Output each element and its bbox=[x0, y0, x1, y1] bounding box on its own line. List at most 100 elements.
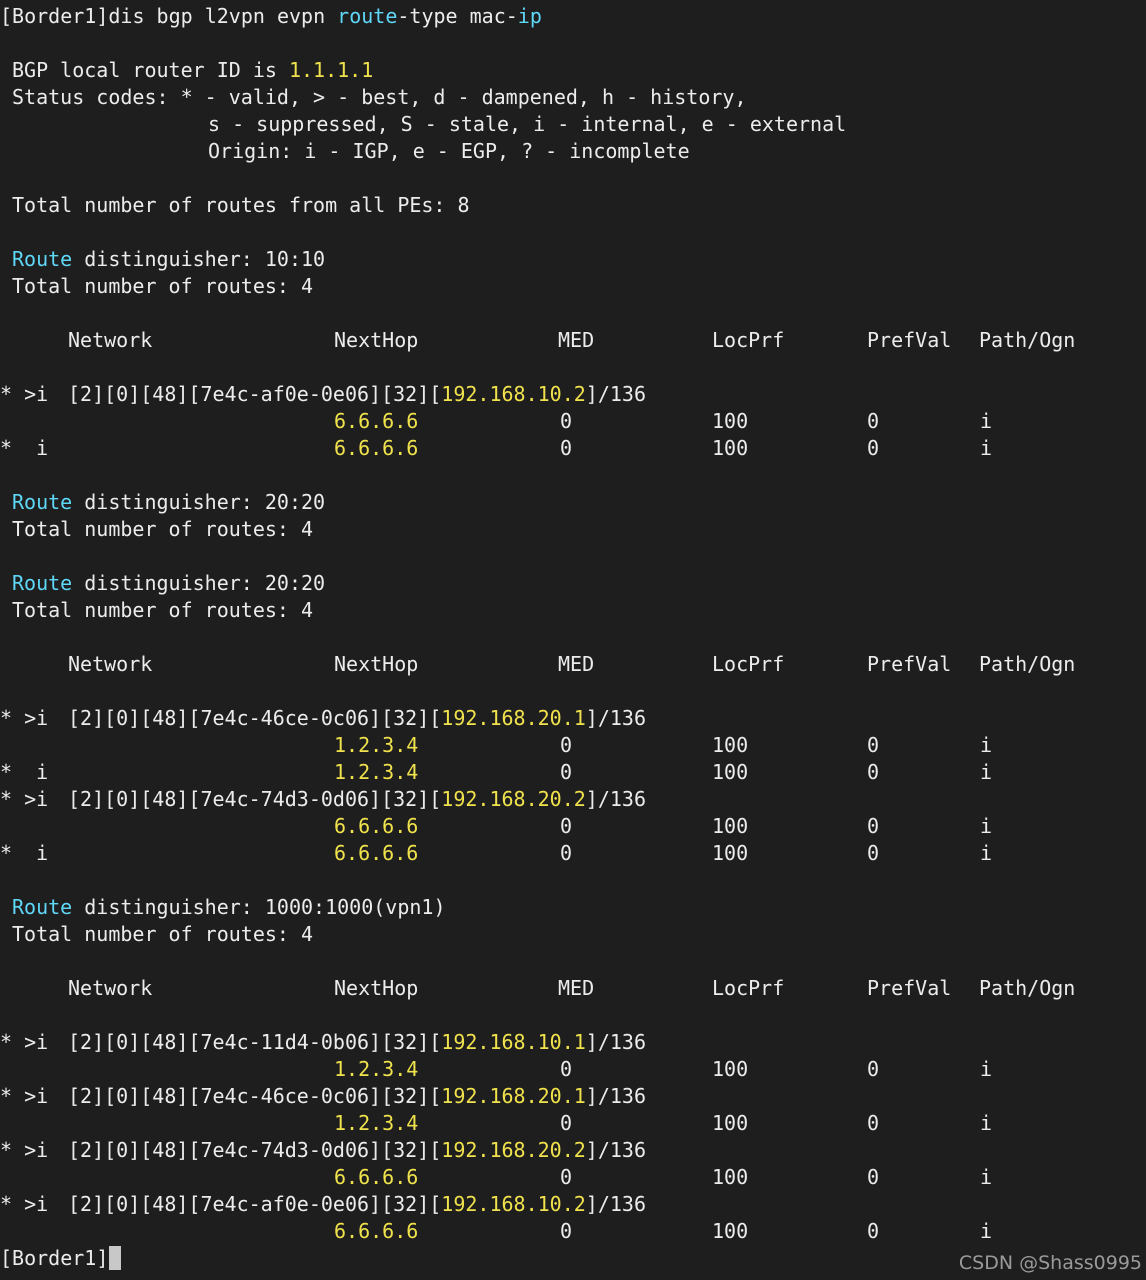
section-total: Total number of routes: 4 bbox=[12, 922, 314, 946]
path-origin: i bbox=[980, 1165, 993, 1189]
rd-value: 20:20 bbox=[264, 490, 326, 514]
path-nexthop: 6.6.6.6 bbox=[334, 409, 419, 433]
route-entry-line: * >i [2][0][48][7e4c-74d3-0d06][32][192.1… bbox=[0, 1137, 1146, 1164]
section-total-line: Total number of routes: 4 bbox=[0, 516, 1146, 543]
path-status: * i bbox=[0, 760, 49, 784]
route-suffix: ]/136 bbox=[585, 1192, 646, 1216]
status-codes-text: Status codes: * - valid, > - best, d - d… bbox=[12, 85, 747, 109]
rd-value: 1000:1000(vpn1) bbox=[264, 895, 446, 919]
route-status: * >i bbox=[0, 1084, 49, 1108]
route-path-line: 6.6.6.6 0 100 0 i bbox=[0, 408, 1146, 435]
route-status: * >i bbox=[0, 382, 49, 406]
route-suffix: ]/136 bbox=[585, 382, 646, 406]
path-med: 0 bbox=[560, 436, 573, 460]
path-prefval: 0 bbox=[867, 1165, 880, 1189]
path-origin: i bbox=[980, 841, 993, 865]
section-total: Total number of routes: 4 bbox=[12, 598, 314, 622]
route-network: [2][0][48][7e4c-af0e-0e06][32][192.168.1… bbox=[68, 1191, 646, 1218]
route-prefix: [2][0][48][7e4c-74d3-0d06][32][ bbox=[68, 787, 442, 811]
route-status: * >i bbox=[0, 706, 49, 730]
route-path-line: * i 6.6.6.6 0 100 0 i bbox=[0, 435, 1146, 462]
section-total: Total number of routes: 4 bbox=[12, 517, 314, 541]
path-prefval: 0 bbox=[867, 436, 880, 460]
command-keyword-ip: ip bbox=[517, 4, 542, 28]
col-prefval: PrefVal bbox=[867, 976, 952, 1000]
path-locprf: 100 bbox=[712, 1057, 749, 1081]
route-distinguisher-line: Route distinguisher: 1000:1000(vpn1) bbox=[0, 894, 1146, 921]
route-path-line: 6.6.6.6 0 100 0 i bbox=[0, 1218, 1146, 1245]
col-network: Network bbox=[68, 652, 153, 676]
route-prefix: [2][0][48][7e4c-af0e-0e06][32][ bbox=[68, 1192, 442, 1216]
path-prefval: 0 bbox=[867, 733, 880, 757]
path-med: 0 bbox=[560, 1219, 573, 1243]
path-med: 0 bbox=[560, 1057, 573, 1081]
route-distinguisher-line: Route distinguisher: 20:20 bbox=[0, 489, 1146, 516]
table-header: Network NextHop MED LocPrf PrefVal Path/Ogn bbox=[0, 327, 1146, 354]
route-distinguisher-line: Route distinguisher: 10:10 bbox=[0, 246, 1146, 273]
col-locprf: LocPrf bbox=[712, 976, 785, 1000]
path-nexthop: 6.6.6.6 bbox=[334, 1219, 419, 1243]
path-locprf: 100 bbox=[712, 1111, 749, 1135]
path-nexthop: 1.2.3.4 bbox=[334, 760, 419, 784]
rd-keyword: Route bbox=[12, 571, 73, 595]
path-origin: i bbox=[980, 760, 993, 784]
path-locprf: 100 bbox=[712, 436, 749, 460]
route-network: [2][0][48][7e4c-46ce-0c06][32][192.168.2… bbox=[68, 705, 646, 732]
col-locprf: LocPrf bbox=[712, 328, 785, 352]
route-network: [2][0][48][7e4c-46ce-0c06][32][192.168.2… bbox=[68, 1083, 646, 1110]
route-prefix: [2][0][48][7e4c-74d3-0d06][32][ bbox=[68, 1138, 442, 1162]
prompt: [Border1] bbox=[0, 4, 109, 28]
path-origin: i bbox=[980, 814, 993, 838]
total-all-text: Total number of routes from all PEs: 8 bbox=[12, 193, 470, 217]
path-locprf: 100 bbox=[712, 814, 749, 838]
total-all-line: Total number of routes from all PEs: 8 bbox=[0, 192, 1146, 219]
text-cursor[interactable] bbox=[109, 1246, 122, 1270]
command-line: [Border1]dis bgp l2vpn evpn route-type m… bbox=[0, 3, 1146, 30]
route-prefix: [2][0][48][7e4c-46ce-0c06][32][ bbox=[68, 706, 442, 730]
route-ip: 192.168.10.1 bbox=[441, 1030, 586, 1054]
route-status: * >i bbox=[0, 1030, 49, 1054]
route-distinguisher: Route distinguisher: 10:10 bbox=[12, 246, 325, 273]
section-total-line: Total number of routes: 4 bbox=[0, 921, 1146, 948]
command-text: dis bgp l2vpn evpn bbox=[108, 4, 338, 28]
route-path-line: 1.2.3.4 0 100 0 i bbox=[0, 732, 1146, 759]
path-med: 0 bbox=[560, 1111, 573, 1135]
path-nexthop: 6.6.6.6 bbox=[334, 1165, 419, 1189]
route-path-line: 6.6.6.6 0 100 0 i bbox=[0, 1164, 1146, 1191]
table-header: Network NextHop MED LocPrf PrefVal Path/Ogn bbox=[0, 651, 1146, 678]
route-distinguisher: Route distinguisher: 1000:1000(vpn1) bbox=[12, 894, 446, 921]
route-path-line: * i 6.6.6.6 0 100 0 i bbox=[0, 840, 1146, 867]
route-ip: 192.168.20.1 bbox=[441, 1084, 586, 1108]
router-id-value: 1.1.1.1 bbox=[288, 58, 374, 82]
route-prefix: [2][0][48][7e4c-11d4-0b06][32][ bbox=[68, 1030, 442, 1054]
path-origin: i bbox=[980, 436, 993, 460]
col-locprf: LocPrf bbox=[712, 652, 785, 676]
route-path-line: * i 1.2.3.4 0 100 0 i bbox=[0, 759, 1146, 786]
route-path-line: 1.2.3.4 0 100 0 i bbox=[0, 1110, 1146, 1137]
path-med: 0 bbox=[560, 760, 573, 784]
terminal-output: [Border1]dis bgp l2vpn evpn route-type m… bbox=[0, 3, 1146, 1272]
rd-label: distinguisher: bbox=[72, 490, 265, 514]
origin-codes-line: Origin: i - IGP, e - EGP, ? - incomplete bbox=[0, 138, 1146, 165]
route-prefix: [2][0][48][7e4c-46ce-0c06][32][ bbox=[68, 1084, 442, 1108]
rd-label: distinguisher: bbox=[72, 247, 265, 271]
route-network: [2][0][48][7e4c-11d4-0b06][32][192.168.1… bbox=[68, 1029, 646, 1056]
route-sections: Route distinguisher: 10:10 Total number o… bbox=[0, 219, 1146, 1245]
route-distinguisher: Route distinguisher: 20:20 bbox=[12, 570, 325, 597]
col-med: MED bbox=[558, 976, 595, 1000]
route-ip: 192.168.20.2 bbox=[441, 787, 586, 811]
col-nexthop: NextHop bbox=[334, 976, 419, 1000]
route-path-line: 6.6.6.6 0 100 0 i bbox=[0, 813, 1146, 840]
section-total-line: Total number of routes: 4 bbox=[0, 273, 1146, 300]
route-ip: 192.168.10.2 bbox=[441, 1192, 586, 1216]
route-network: [2][0][48][7e4c-af0e-0e06][32][192.168.1… bbox=[68, 381, 646, 408]
route-entry-line: * >i [2][0][48][7e4c-74d3-0d06][32][192.1… bbox=[0, 786, 1146, 813]
rd-label: distinguisher: bbox=[72, 571, 265, 595]
path-prefval: 0 bbox=[867, 409, 880, 433]
path-locprf: 100 bbox=[712, 1165, 749, 1189]
route-entry-line: * >i [2][0][48][7e4c-46ce-0c06][32][192.1… bbox=[0, 1083, 1146, 1110]
